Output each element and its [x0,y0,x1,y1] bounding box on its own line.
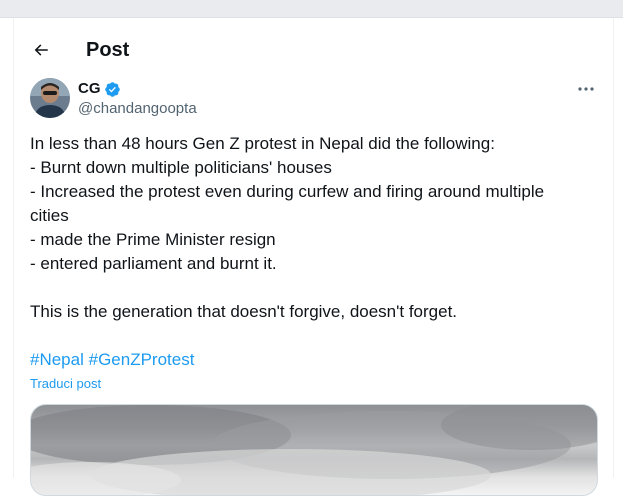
verified-badge-icon [104,81,121,98]
post-text-line: This is the generation that doesn't forg… [30,302,458,321]
post-media-image[interactable] [30,404,598,496]
author-name-row: CG [78,79,121,99]
post-text-line [30,276,590,300]
avatar-image [30,78,70,118]
post-text-line: - Increased the protest even during curf… [30,182,545,201]
post-text-line: In less than 48 hours Gen Z protest in N… [30,134,495,153]
browser-top-bar [0,0,623,18]
post-header: Post [14,18,613,74]
arrow-left-icon [34,44,48,56]
post-text: In less than 48 hours Gen Z protest in N… [30,132,590,324]
post-text-line: - Burnt down multiple politicians' house… [30,158,332,177]
back-button[interactable] [27,36,55,64]
ellipsis-icon [578,87,594,91]
avatar[interactable] [30,78,70,118]
hashtag-link-genzprotest[interactable]: #GenZProtest [89,350,195,369]
author-display-name[interactable]: CG [78,79,101,99]
hashtag-link-nepal[interactable]: #Nepal [30,350,84,369]
hashtags: #Nepal #GenZProtest [30,348,194,372]
post-text-line: - made the Prime Minister resign [30,230,276,249]
page-title: Post [86,39,130,61]
author-handle[interactable]: @chandangoopta [78,99,197,119]
post-text-line: - entered parliament and burnt it. [30,254,277,273]
smoke-photo [31,405,597,495]
more-options-button[interactable] [575,78,597,100]
post-column: Post CG @chandangoopta In less than 48 h… [13,18,614,496]
translate-post-link[interactable]: Traduci post [30,375,101,393]
post-text-line: cities [30,206,69,225]
